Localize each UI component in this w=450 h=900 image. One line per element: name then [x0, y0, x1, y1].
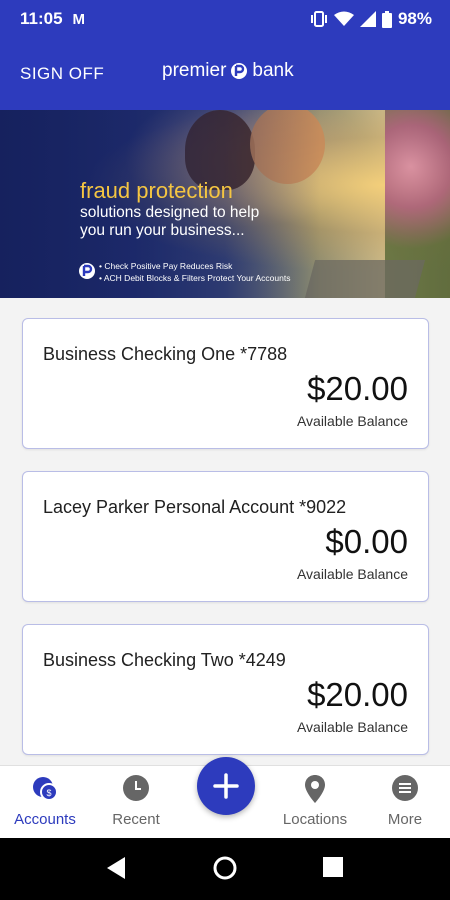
nav-label: More — [387, 811, 423, 828]
menu-icon — [392, 775, 418, 801]
home-icon[interactable] — [213, 856, 237, 880]
nav-label: Recent — [112, 811, 160, 828]
banner-bullets: • Check Positive Pay Reduces Risk • ACH … — [99, 260, 290, 284]
system-nav-bar — [0, 838, 450, 900]
nav-label: Locations — [282, 811, 348, 828]
status-time: 11:05 — [20, 9, 63, 28]
account-name: Lacey Parker Personal Account *9022 — [43, 497, 347, 517]
promo-banner[interactable]: fraud protection solutions designed to h… — [0, 110, 450, 298]
status-right: 98% — [310, 9, 432, 29]
balance-label: Available Balance — [296, 413, 408, 429]
vibrate-icon — [310, 11, 327, 27]
banner-subtitle-line: you run your business... — [80, 222, 245, 239]
premier-logo-icon — [231, 63, 248, 79]
plus-icon — [213, 773, 239, 799]
recents-icon[interactable] — [322, 856, 344, 878]
banner-headline: fraud protection — [80, 178, 233, 203]
account-card[interactable]: Lacey Parker Personal Account *9022 $0.0… — [22, 471, 429, 602]
premier-logo-icon — [79, 263, 95, 279]
signal-icon — [359, 11, 376, 27]
clock-icon — [123, 775, 149, 801]
banner-subtitle-line: solutions designed to help — [80, 204, 260, 221]
balance-label: Available Balance — [296, 719, 408, 735]
banner-bullet: • Check Positive Pay Reduces Risk — [99, 261, 233, 271]
banner-bullet: • ACH Debit Blocks & Filters Protect You… — [99, 273, 291, 283]
banner-photo-laptop — [304, 260, 426, 298]
brand-text-left: premier — [162, 60, 227, 81]
account-name: Business Checking Two *4249 — [43, 650, 286, 670]
account-name: Business Checking One *7788 — [43, 344, 288, 364]
accounts-icon: $ — [33, 777, 58, 801]
add-button[interactable] — [197, 757, 255, 815]
back-icon[interactable] — [106, 856, 126, 880]
account-balance: $20.00 — [307, 676, 408, 713]
account-card[interactable]: Business Checking One *7788 $20.00 Avail… — [22, 318, 429, 449]
nav-recent[interactable]: Recent — [91, 766, 181, 839]
banner-subtitle: solutions designed to help you run your … — [80, 204, 259, 240]
brand-text-right: bank — [252, 60, 294, 81]
brand-logo: premier bank — [162, 60, 294, 82]
account-balance: $0.00 — [325, 523, 408, 560]
sign-off-button[interactable]: SIGN OFF — [20, 64, 104, 84]
nav-locations[interactable]: Locations — [270, 766, 360, 839]
balance-label: Available Balance — [296, 566, 408, 582]
nav-label: Accounts — [14, 811, 76, 828]
accounts-badge: $ — [46, 788, 51, 798]
account-card[interactable]: Business Checking Two *4249 $20.00 Avail… — [22, 624, 429, 755]
status-bar: 11:05 M 98% — [0, 0, 450, 38]
wifi-icon — [333, 11, 354, 26]
location-pin-icon — [305, 775, 325, 803]
app-header: SIGN OFF premier bank — [0, 38, 450, 110]
account-balance: $20.00 — [307, 370, 408, 407]
battery-percent: 98% — [397, 9, 432, 28]
nav-accounts[interactable]: $ Accounts — [0, 766, 90, 839]
battery-icon — [381, 10, 392, 28]
nav-more[interactable]: More — [360, 766, 450, 839]
gmail-notification-icon: M — [72, 10, 86, 28]
